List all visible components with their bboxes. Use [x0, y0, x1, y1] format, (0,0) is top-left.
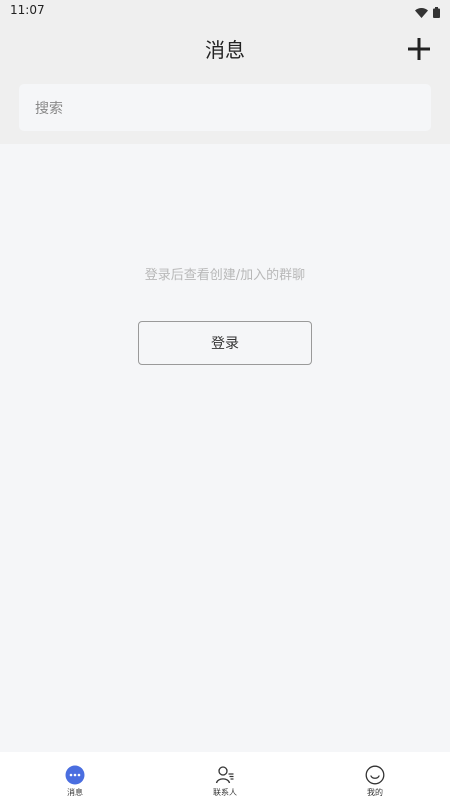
- status-bar: 11:07: [0, 0, 450, 22]
- empty-state-hint: 登录后查看创建/加入的群聊: [144, 268, 306, 283]
- nav-label-contacts: 联系人: [213, 788, 237, 797]
- contacts-icon: [214, 764, 236, 786]
- status-icons: [415, 3, 440, 22]
- messages-screen: 11:07 消息 搜索 登录后查看创建/加入的群聊 登录 消息 联系人 我的: [0, 0, 450, 800]
- status-time: 11:07: [10, 3, 45, 17]
- add-button[interactable]: [406, 36, 432, 62]
- nav-item-messages[interactable]: 消息: [0, 752, 150, 800]
- smiley-icon: [364, 764, 386, 786]
- bottom-nav: 消息 联系人 我的: [0, 752, 450, 800]
- nav-label-messages: 消息: [67, 788, 83, 797]
- nav-item-me[interactable]: 我的: [300, 752, 450, 800]
- nav-label-me: 我的: [367, 788, 383, 797]
- page-title: 消息: [205, 38, 245, 62]
- nav-item-contacts[interactable]: 联系人: [150, 752, 300, 800]
- login-button[interactable]: 登录: [138, 321, 312, 365]
- battery-icon: [433, 3, 440, 22]
- search-input[interactable]: 搜索: [19, 84, 431, 131]
- chat-bubble-icon: [64, 764, 86, 786]
- search-area: 搜索: [0, 74, 450, 144]
- wifi-icon: [415, 3, 428, 22]
- plus-icon: [406, 38, 432, 66]
- header: 消息: [0, 22, 450, 74]
